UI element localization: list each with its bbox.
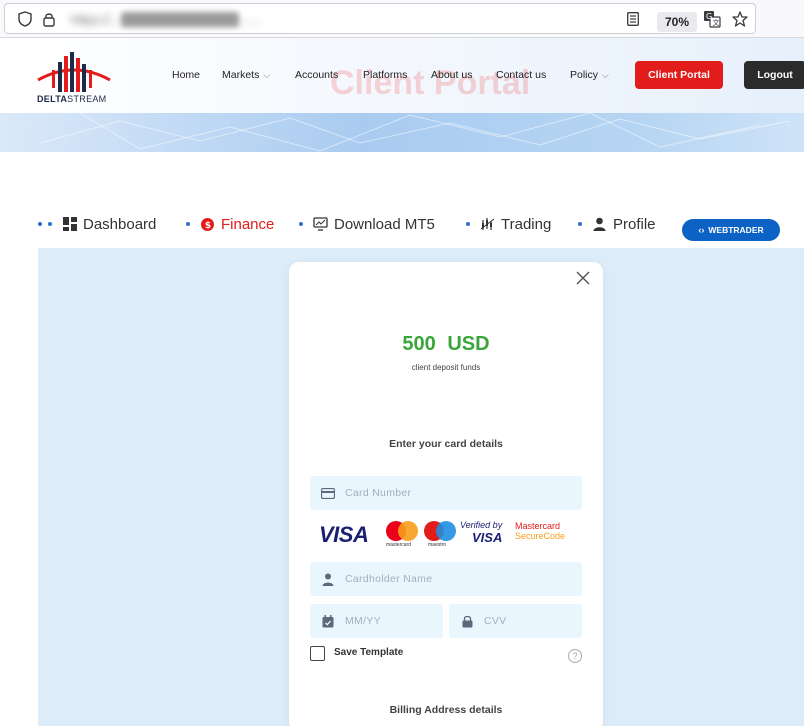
close-icon[interactable] — [575, 270, 591, 286]
bullet-dot — [578, 222, 582, 226]
network-pattern — [39, 113, 791, 152]
bookmark-star-icon[interactable] — [731, 10, 749, 28]
card-details-title: Enter your card details — [389, 438, 503, 450]
nav-policy[interactable]: Policy ⌵ — [570, 69, 609, 81]
zoom-level[interactable]: 70% — [657, 12, 697, 32]
tab-finance[interactable]: $ Finance — [186, 214, 274, 234]
svg-text:文: 文 — [713, 18, 720, 27]
webtrader-button[interactable]: ‹› WEBTRADER — [682, 219, 780, 241]
lock-icon[interactable] — [41, 11, 57, 27]
cardholder-name-field[interactable] — [310, 562, 582, 596]
code-arrows-icon: ‹› — [698, 225, 705, 235]
visa-logo: VISA — [319, 522, 369, 547]
nav-about-us[interactable]: About us — [431, 69, 472, 81]
tab-download-mt5[interactable]: Download MT5 — [299, 214, 435, 234]
browser-toolbar: https://................................… — [0, 0, 804, 38]
cardholder-name-input[interactable] — [345, 573, 525, 585]
webtrader-label: WEBTRADER — [708, 225, 764, 235]
expiry-field[interactable] — [310, 604, 443, 638]
credit-card-icon — [321, 486, 335, 500]
logout-button[interactable]: Logout — [744, 61, 804, 89]
chart-icon — [480, 217, 495, 232]
bullet-dot — [186, 222, 190, 226]
expiry-input[interactable] — [345, 615, 435, 627]
nav-accounts[interactable]: Accounts — [295, 69, 338, 81]
tab-label: Profile — [613, 215, 656, 233]
bullet-dot — [48, 222, 52, 226]
svg-text:$: $ — [205, 221, 211, 231]
bullet-dot — [38, 222, 42, 226]
nav-contact-us[interactable]: Contact us — [496, 69, 546, 81]
mastercard-securecode-logo: Mastercard SecureCode — [515, 521, 566, 541]
dollar-coin-icon: $ — [200, 217, 215, 232]
deposit-amount: 500 USD — [402, 333, 490, 355]
payment-modal: 500 USD client deposit funds Enter your … — [289, 262, 603, 726]
accepted-cards: VISA mastercard maestro Verified by VISA… — [319, 520, 579, 550]
user-icon — [592, 217, 607, 232]
grid-icon — [62, 217, 77, 232]
billing-address-title: Billing Address details — [389, 704, 503, 716]
tab-label: Dashboard — [83, 215, 157, 233]
nav-home[interactable]: Home — [172, 69, 200, 81]
translate-icon[interactable]: G文 — [703, 10, 721, 28]
tab-dashboard[interactable]: Dashboard — [38, 214, 156, 234]
svg-text:G: G — [706, 12, 712, 21]
nav-platforms[interactable]: Platforms — [363, 69, 407, 81]
card-number-input[interactable] — [345, 487, 525, 499]
nav-markets[interactable]: Markets ⌵ — [222, 69, 270, 81]
save-template-checkbox[interactable] — [310, 646, 325, 661]
tab-label: Download MT5 — [334, 215, 435, 233]
tab-trading[interactable]: Trading — [466, 214, 551, 234]
header-banner — [0, 113, 804, 152]
verified-by-visa-logo: Verified by VISA — [460, 520, 503, 545]
card-number-field[interactable] — [310, 476, 582, 510]
monitor-icon — [313, 217, 328, 232]
reader-view-icon[interactable] — [625, 11, 641, 27]
user-icon — [321, 572, 335, 586]
tab-profile[interactable]: Profile — [578, 214, 656, 234]
deposit-amount-caption: client deposit funds — [411, 363, 481, 372]
bullet-dot — [466, 222, 470, 226]
tab-label: Trading — [501, 215, 552, 233]
address-bar[interactable]: https://................................… — [4, 3, 756, 34]
chevron-down-icon: ⌵ — [602, 70, 609, 80]
calendar-icon — [321, 614, 335, 628]
cvv-field[interactable] — [449, 604, 582, 638]
cvv-input[interactable] — [484, 615, 574, 627]
tab-label: Finance — [221, 215, 275, 233]
shield-icon[interactable] — [17, 11, 33, 27]
save-template-label: Save Template — [334, 647, 404, 658]
client-portal-button[interactable]: Client Portal — [635, 61, 723, 89]
bullet-dot — [299, 222, 303, 226]
maestro-logo: maestro — [423, 520, 459, 550]
url-blurred-segment — [121, 12, 239, 27]
chevron-down-icon: ⌵ — [263, 70, 271, 80]
logo-text: DELTASTREAM — [37, 94, 107, 104]
lock-icon — [460, 614, 474, 628]
mastercard-logo: mastercard — [385, 520, 421, 550]
help-icon[interactable]: ? — [568, 649, 582, 663]
